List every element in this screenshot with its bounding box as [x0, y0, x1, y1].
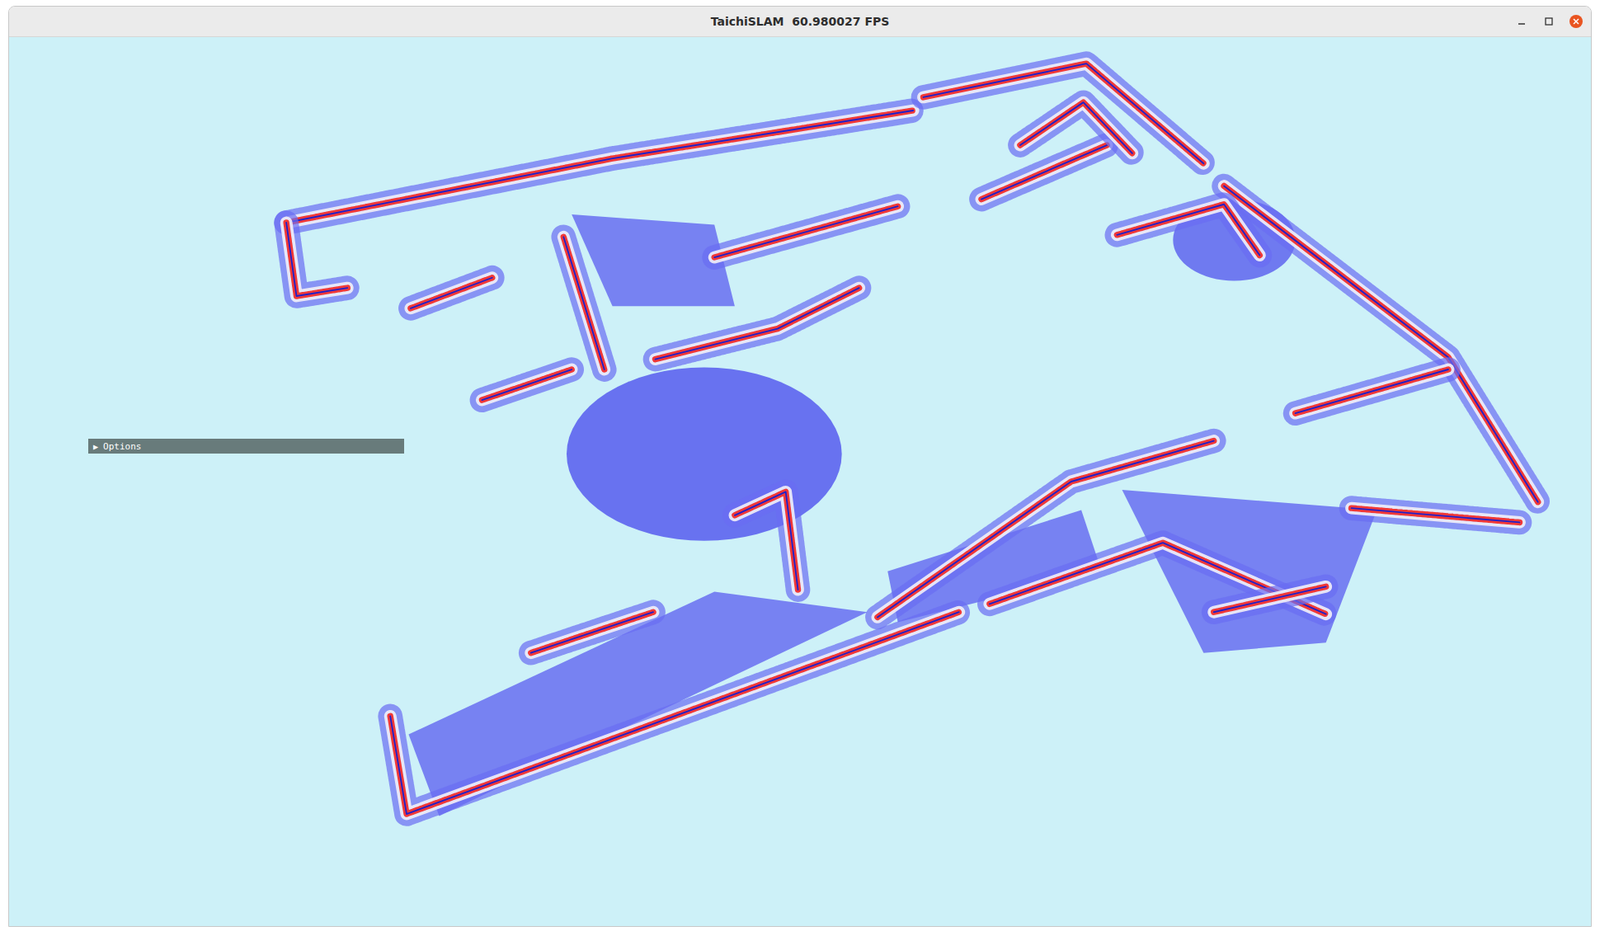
point-cloud: [9, 37, 1591, 927]
floor-areas: [408, 199, 1377, 817]
window-controls: [1515, 14, 1591, 29]
walls: [286, 63, 1539, 815]
close-icon[interactable]: [1569, 14, 1583, 29]
screen: TaichiSLAM 60.980027 FPS ▶ Options: [0, 0, 1600, 936]
options-label: Options: [103, 441, 142, 452]
window-title: TaichiSLAM 60.980027 FPS: [710, 14, 890, 29]
options-panel[interactable]: ▶ Options: [88, 438, 405, 454]
app-window: TaichiSLAM 60.980027 FPS ▶ Options: [8, 5, 1592, 928]
collapse-arrow[interactable]: ▶: [93, 442, 99, 452]
minimize-icon[interactable]: [1515, 14, 1529, 29]
maximize-icon[interactable]: [1542, 14, 1556, 29]
title-bar[interactable]: TaichiSLAM 60.980027 FPS: [9, 6, 1591, 38]
render-canvas[interactable]: ▶ Options: [9, 37, 1591, 927]
